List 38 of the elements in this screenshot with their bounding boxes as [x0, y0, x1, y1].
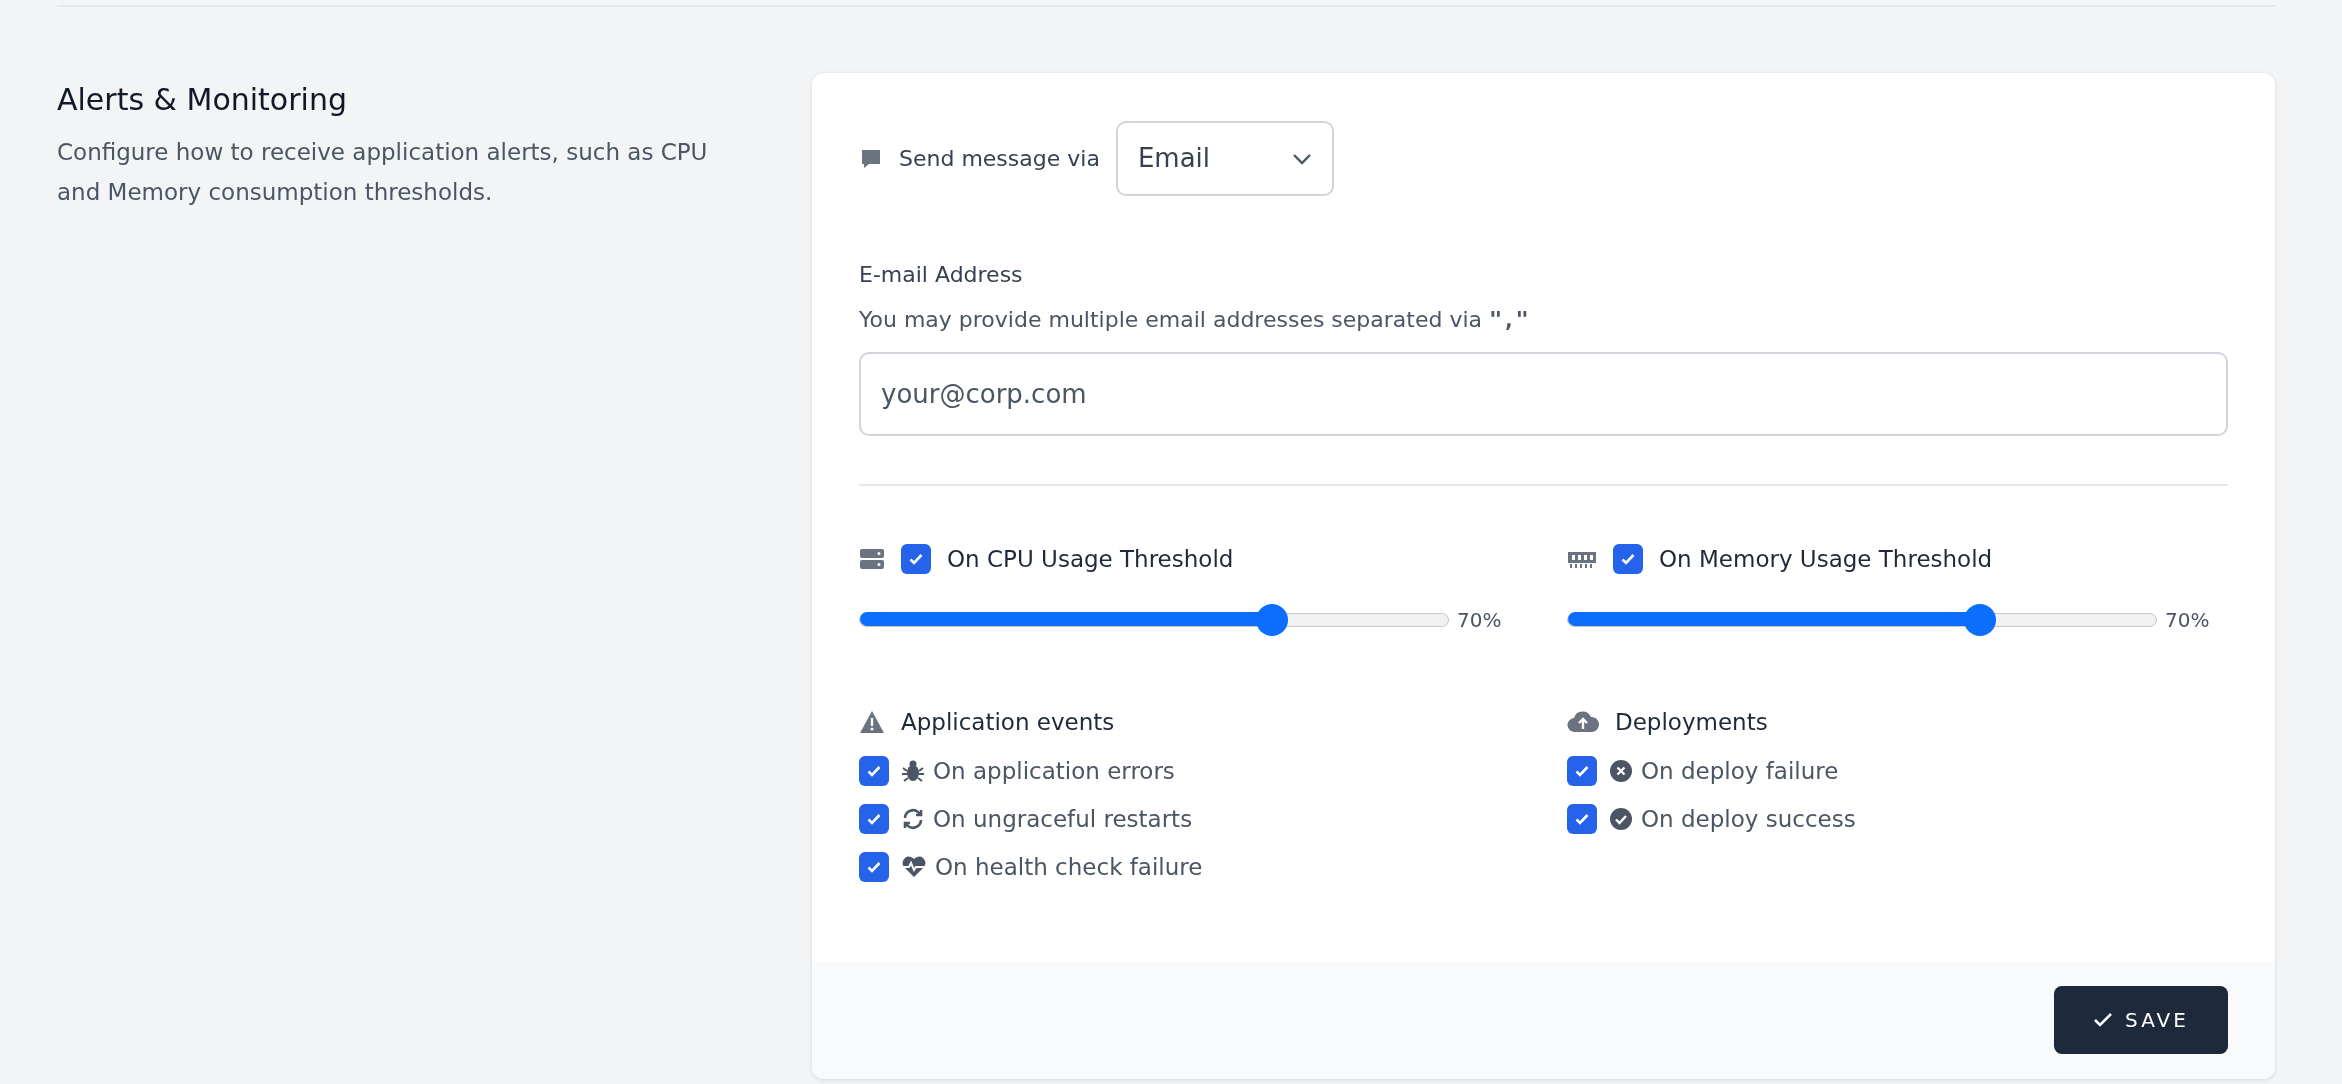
server-icon [859, 547, 885, 572]
field-label: Send message via [899, 145, 1100, 173]
help-text: You may provide multiple email addresses separated via "," [859, 306, 1530, 334]
checkbox[interactable] [859, 804, 889, 834]
check-icon [2093, 1012, 2114, 1028]
field-label: E-mail Address [859, 261, 1024, 289]
section-title: Alerts & Monitoring [57, 82, 348, 118]
checkbox-label: On deploy success [1641, 804, 1856, 834]
bug-icon [901, 759, 925, 783]
save-button[interactable]: SAVE [2054, 986, 2228, 1054]
checkbox-label: On application errors [933, 756, 1175, 786]
checkbox[interactable] [859, 756, 889, 786]
section-description: Configure how to receive application alerts, such as CPU and Memory consumption thresholds. [57, 138, 709, 207]
channel-select[interactable]: Email [1115, 121, 1334, 196]
cloud-upload-icon [1567, 709, 1599, 734]
slider-handle[interactable] [1963, 603, 1996, 636]
checkbox[interactable] [1567, 756, 1597, 786]
checkbox[interactable] [901, 544, 931, 575]
slider-handle[interactable] [1255, 603, 1288, 636]
checkbox-label: On CPU Usage Threshold [947, 545, 1234, 574]
slider-value: 70% [2165, 606, 2210, 634]
checkbox[interactable] [859, 852, 889, 882]
checkbox-label: On deploy failure [1641, 756, 1839, 786]
checkbox-label: On ungraceful restarts [933, 804, 1193, 834]
checkbox[interactable] [1567, 804, 1597, 834]
check-circle-icon [1609, 807, 1633, 831]
x-circle-icon [1609, 759, 1633, 783]
checkbox-label: On Memory Usage Threshold [1659, 545, 1993, 574]
checkbox-label: On health check failure [935, 852, 1203, 882]
group-title: Deployments [1615, 707, 1768, 737]
checkbox[interactable] [1613, 544, 1643, 575]
slider-value: 70% [1457, 606, 1502, 634]
refresh-icon [901, 807, 925, 831]
heartbeat-icon [901, 855, 927, 879]
email-input[interactable]: your@corp.com [859, 352, 2228, 436]
chevron-down-icon [1291, 152, 1312, 165]
group-title: Application events [901, 707, 1115, 737]
warning-icon [859, 709, 885, 734]
